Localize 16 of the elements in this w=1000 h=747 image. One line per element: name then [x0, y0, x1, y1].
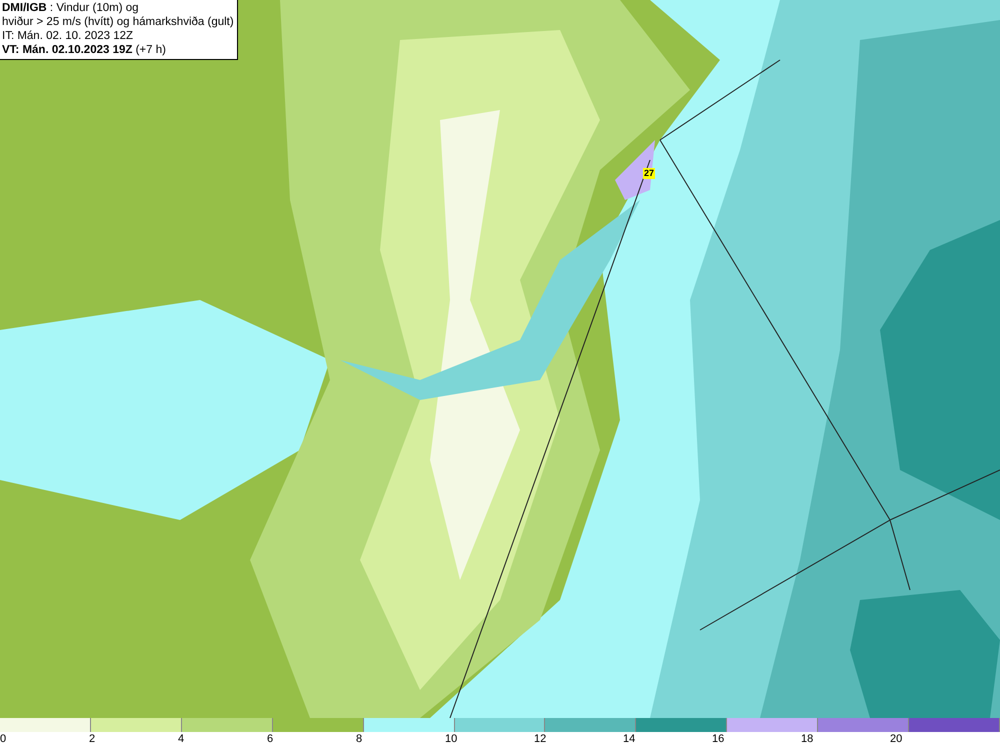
legend-tick-label: 2: [89, 732, 96, 747]
map-subtitle: hviður > 25 m/s (hvítt) og hámarkshviða (gult): [2, 15, 234, 29]
legend-tick-label: 10: [445, 732, 458, 747]
legend-tick-label: 14: [623, 732, 636, 747]
legend-tick-label: 0: [0, 732, 8, 747]
legend-tick-label: 18: [801, 732, 814, 747]
issue-time: IT: Mán. 02. 10. 2023 12Z: [2, 29, 134, 43]
legend-tick-label: 6: [267, 732, 274, 747]
legend-tick-label: 16: [712, 732, 726, 747]
map-title: DMI/IGB : Vindur (10m) og: [2, 1, 140, 15]
valid-time: VT: Mán. 02.10.2023 19Z (+7 h): [2, 43, 167, 57]
legend-tick-label: 4: [178, 732, 186, 747]
legend-tick-label: 8: [356, 732, 364, 747]
legend-tick-label: 20: [890, 732, 904, 747]
legend-tick-label: 12: [534, 732, 548, 747]
gust-value-label: 27: [643, 168, 656, 179]
